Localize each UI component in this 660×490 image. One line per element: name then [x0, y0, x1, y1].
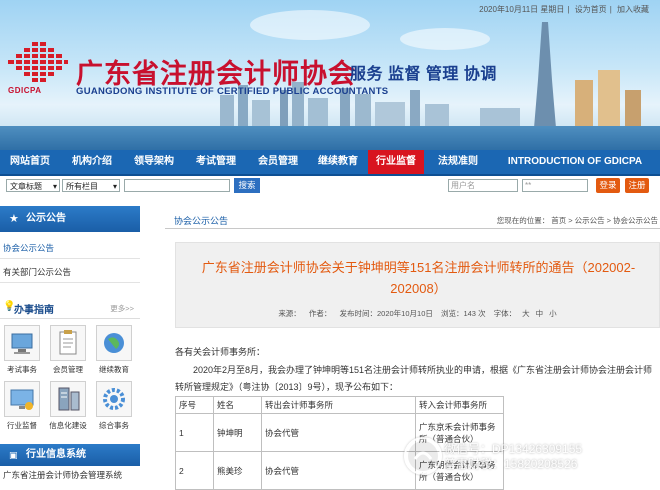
server-icon	[50, 381, 86, 417]
table-cell: 熊美珍	[213, 451, 262, 490]
watermark-logo	[404, 437, 442, 475]
table-header: 转出会计师事务所	[261, 396, 416, 414]
guide-it-label: 信息化建设	[49, 421, 87, 430]
username-input[interactable]: 用户名	[448, 179, 518, 192]
divider	[165, 228, 660, 229]
main-nav: 网站首页 机构介绍 领导架构 考试管理 会员管理 继续教育 行业监督 法规准则 …	[0, 150, 660, 176]
top-links: 2020年10月11日 星期日 | 设为首页 | 加入收藏	[479, 5, 649, 14]
sidebar: ★ 公示公告 协会公示公告 有关部门公示公告 💡 办事指南 更多>> 考试事务 …	[0, 203, 140, 482]
org-name-english: GUANGDONG INSTITUTE OF CERTIFIED PUBLIC …	[76, 86, 389, 97]
guide-supervision-label: 行业监督	[7, 421, 37, 430]
current-date: 2020年10月11日 星期日	[479, 5, 565, 14]
nav-leadership[interactable]: 领导架构	[124, 150, 184, 174]
table-cell: 协会代管	[261, 451, 416, 490]
notice-section-title: 公示公告	[26, 213, 66, 224]
search-bar: 文章标题 所有栏目 搜索 用户名 ** 登录 注册	[0, 176, 660, 196]
guide-general-label: 综合事务	[99, 421, 129, 430]
meta-author: 作者：	[308, 309, 332, 318]
river-decoration	[0, 126, 660, 150]
nav-regulations[interactable]: 法规准则	[428, 150, 488, 174]
guide-section-title: 办事指南	[14, 305, 54, 316]
font-size-small-button[interactable]: 小	[549, 309, 557, 318]
star-icon: ★	[9, 213, 19, 225]
industry-section-header: ▣ 行业信息系统	[0, 444, 140, 466]
guide-it[interactable]: 信息化建设	[46, 381, 90, 431]
guide-exam-label: 考试事务	[7, 365, 37, 374]
meta-views: 浏览：143 次	[440, 309, 486, 318]
article-paragraph: 2020年2月至8月，我会办理了钟坤明等151名注册会计师转所执业的申请，根据《…	[175, 365, 653, 392]
nav-members[interactable]: 会员管理	[248, 150, 308, 174]
nav-exam[interactable]: 考试管理	[186, 150, 246, 174]
font-size-medium-button[interactable]: 中	[536, 309, 544, 318]
table-header: 序号	[175, 396, 214, 414]
table-cell: 钟坤明	[213, 413, 262, 452]
login-button[interactable]: 登录	[596, 178, 620, 193]
meta-font-label: 字体：	[493, 309, 517, 318]
guide-exam[interactable]: 考试事务	[0, 325, 44, 375]
article-title: 广东省注册会计师协会关于钟坤明等151名注册会计师转所的通告（202002-20…	[201, 260, 636, 296]
breadcrumb: 您现在的位置： 首页 > 公示公告 > 协会公示公告	[495, 215, 658, 226]
nav-introduction-en[interactable]: INTRODUCTION OF GDICPA	[492, 150, 658, 174]
register-button[interactable]: 注册	[625, 178, 649, 193]
table-header-row: 序号 姓名 转出会计师事务所 转入会计师事务所	[175, 396, 504, 414]
gear-icon	[96, 381, 132, 417]
guide-section-header: 💡 办事指南 更多>>	[0, 298, 140, 319]
breadcrumb-association-notices[interactable]: 协会公示公告	[613, 216, 658, 225]
table-cell: 2	[175, 451, 214, 490]
guide-education[interactable]: 继续教育	[92, 325, 136, 375]
breadcrumb-prefix: 您现在的位置：	[496, 216, 550, 225]
article-salutation: 各有关会计师事务所：	[175, 347, 266, 357]
sidebar-item-association-notices[interactable]: 协会公示公告	[0, 237, 140, 259]
clipboard-icon	[50, 325, 86, 361]
search-category-select[interactable]: 所有栏目	[62, 179, 120, 193]
breadcrumb-separator: >	[568, 216, 573, 225]
article-header: 广东省注册会计师协会关于钟坤明等151名注册会计师转所的通告（202002-20…	[175, 242, 660, 328]
table-header: 转入会计师事务所	[415, 396, 504, 414]
guide-education-label: 继续教育	[99, 365, 129, 374]
breadcrumb-home[interactable]: 首页	[551, 216, 566, 225]
section-title: 协会公示公告	[174, 216, 229, 226]
nav-education[interactable]: 继续教育	[308, 150, 368, 174]
guide-general[interactable]: 综合事务	[92, 381, 136, 431]
sidebar-item-industry-system[interactable]: 广东省注册会计师协会管理系统	[0, 468, 140, 482]
meta-published: 发布时间：2020年10月10日	[339, 309, 433, 318]
guide-members[interactable]: 会员管理	[46, 325, 90, 375]
breadcrumb-notices[interactable]: 公示公告	[575, 216, 605, 225]
notice-section-header: ★ 公示公告	[0, 206, 140, 232]
globe-icon	[96, 325, 132, 361]
meta-source: 来源：	[278, 309, 301, 318]
computer-icon	[4, 325, 40, 361]
add-favorite-link[interactable]: 加入收藏	[617, 5, 649, 14]
table-cell: 协会代管	[261, 413, 416, 452]
monitor-icon	[4, 381, 40, 417]
table-cell: 1	[175, 413, 214, 452]
breadcrumb-separator: >	[606, 216, 611, 225]
set-home-link[interactable]: 设为首页	[575, 5, 607, 14]
password-input[interactable]: **	[522, 179, 588, 192]
table-header: 姓名	[213, 396, 262, 414]
industry-section-title: 行业信息系统	[26, 449, 86, 460]
logo-abbreviation: GDICPA	[8, 86, 42, 95]
guide-members-label: 会员管理	[53, 365, 83, 374]
search-input[interactable]	[124, 179, 230, 192]
nav-supervision[interactable]: 行业监督	[368, 150, 424, 174]
watermark-text: 普惠财税：15820208526	[444, 457, 578, 471]
header-banner: 2020年10月11日 星期日 | 设为首页 | 加入收藏 GDICPA 广东省注册…	[0, 0, 660, 150]
sidebar-item-department-notices[interactable]: 有关部门公示公告	[0, 261, 140, 283]
org-slogan: 服务 监督 管理 协调	[350, 66, 497, 83]
list-icon: ▣	[9, 450, 18, 460]
nav-about[interactable]: 机构介绍	[62, 150, 122, 174]
article-meta: 来源： 作者： 发布时间：2020年10月10日 浏览：143 次 字体： 大中小	[176, 308, 659, 319]
nav-home[interactable]: 网站首页	[0, 150, 60, 174]
search-button[interactable]: 搜索	[234, 178, 260, 193]
guide-more-link[interactable]: 更多>>	[110, 303, 134, 314]
font-size-large-button[interactable]: 大	[522, 309, 530, 318]
search-field-select[interactable]: 文章标题	[6, 179, 60, 193]
gdicpa-logo[interactable]	[6, 40, 70, 92]
guide-supervision[interactable]: 行业监督	[0, 381, 44, 431]
